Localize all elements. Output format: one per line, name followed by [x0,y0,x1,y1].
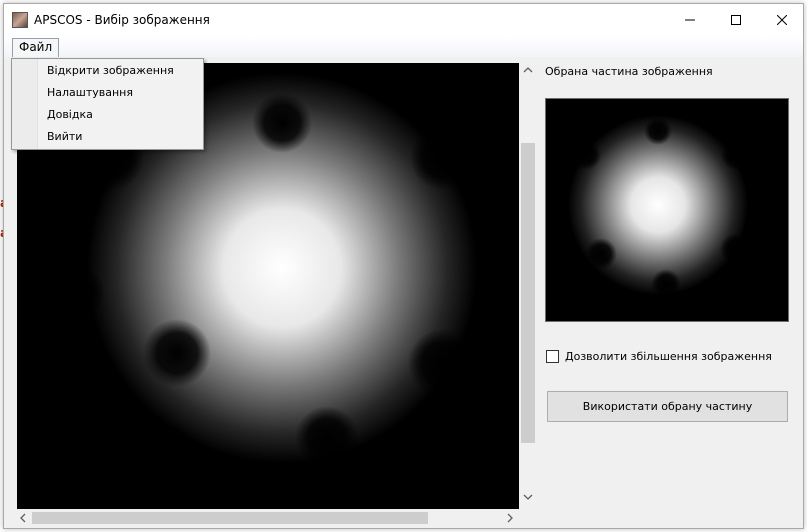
vertical-scrollbar[interactable] [520,63,537,509]
vertical-scroll-thumb[interactable] [521,143,535,443]
menu-file[interactable]: Файл [12,38,60,57]
file-menu-dropdown: Відкрити зображення Налаштування Довідка… [11,58,204,150]
menu-item-help[interactable]: Довідка [47,105,197,125]
minimize-icon [685,19,695,21]
maximize-icon [731,15,741,25]
scroll-right-icon[interactable] [507,513,514,523]
window-title: APSCOS - Вибір зображення [34,13,210,27]
close-button[interactable] [759,4,805,36]
menu-bar: Файл [4,36,803,57]
menu-gutter [12,59,38,149]
selected-part-preview [545,98,789,322]
horizontal-scrollbar[interactable] [17,510,519,526]
use-selected-part-button[interactable]: Використати обрану частину [547,391,788,422]
close-icon [777,15,787,25]
menu-item-open-image[interactable]: Відкрити зображення [47,61,197,81]
horizontal-scroll-thumb[interactable] [32,512,428,524]
allow-zoom-checkbox[interactable] [546,350,559,363]
app-icon [12,12,28,28]
maximize-button[interactable] [713,4,759,36]
allow-zoom-row[interactable]: Дозволити збільшення зображення [546,350,772,363]
title-bar[interactable]: APSCOS - Вибір зображення [4,4,803,36]
allow-zoom-label[interactable]: Дозволити збільшення зображення [565,350,772,363]
minimize-button[interactable] [667,4,713,36]
scroll-left-icon[interactable] [19,513,26,523]
menu-item-settings[interactable]: Налаштування [47,83,197,103]
menu-item-exit[interactable]: Вийти [47,127,197,147]
scroll-up-icon[interactable] [523,66,533,73]
selected-part-label: Обрана частина зображення [545,65,713,78]
image-selection-window: APSCOS - Вибір зображення Файл Обрана ча… [3,3,804,529]
preview-image [546,99,788,321]
scroll-down-icon[interactable] [523,494,533,501]
